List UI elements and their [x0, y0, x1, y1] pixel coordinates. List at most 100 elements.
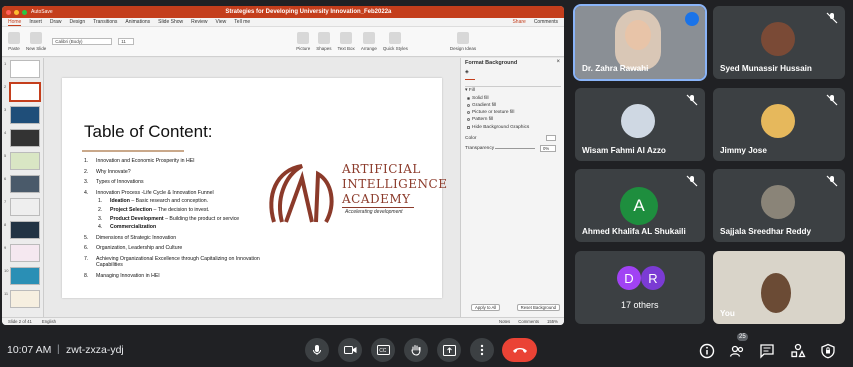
slide-2[interactable]: Table of Content: 1. Innovation and Econo…	[62, 78, 447, 298]
host-controls-icon[interactable]	[820, 343, 836, 359]
comments-button[interactable]: Comments	[534, 19, 558, 25]
present-button[interactable]	[437, 338, 461, 362]
captions-button[interactable]: CC	[371, 338, 395, 362]
transparency-slider[interactable]	[495, 148, 535, 149]
picture-button[interactable]: Picture	[296, 32, 310, 51]
shapes-button[interactable]: Shapes	[316, 32, 332, 51]
shapes-label: Shapes	[316, 46, 332, 51]
status-comments-button[interactable]: Comments	[518, 319, 539, 324]
meeting-code: zwt-zxza-ydj	[66, 344, 124, 356]
transparency-input[interactable]: 0%	[540, 145, 556, 152]
color-picker[interactable]	[546, 135, 556, 141]
toc-text: Innovation Process -Life Cycle & Innovat…	[96, 189, 214, 196]
toc-sub-bold: Ideation	[110, 198, 130, 205]
slide-thumbnail[interactable]: 6	[4, 175, 40, 193]
font-size-select[interactable]: 11	[118, 38, 135, 45]
slide-thumbnail[interactable]: 9	[4, 244, 40, 262]
participant-tile-wisam[interactable]: Wisam Fahmi Al Azzo	[575, 88, 705, 161]
speaking-indicator-icon	[685, 12, 699, 26]
font-name-select[interactable]: Calibri (Body)	[52, 38, 113, 45]
svg-text:CC: CC	[379, 348, 387, 354]
slide-thumbnail[interactable]: 7	[4, 198, 40, 216]
tab-view[interactable]: View	[216, 19, 227, 25]
toc-number: 2.	[84, 168, 89, 175]
slide-thumbnail[interactable]: 11	[4, 290, 40, 308]
new-slide-button[interactable]: New Slide	[26, 32, 46, 51]
participant-tile-zahra[interactable]: Dr. Zahra Rawahi	[573, 4, 707, 81]
gradient-fill-radio[interactable]: Gradient fill	[467, 103, 496, 108]
paint-bucket-icon[interactable]: ◈	[465, 70, 475, 80]
notes-button[interactable]: Notes	[499, 319, 510, 324]
paste-button[interactable]: Paste	[8, 32, 20, 51]
mic-icon	[313, 345, 321, 355]
share-button[interactable]: Share	[512, 19, 525, 25]
participant-tile-ahmed[interactable]: A Ahmed Khalifa AL Shukaili	[575, 169, 705, 242]
toc-list: 1. Innovation and Economic Prosperity in …	[84, 158, 260, 283]
others-tile[interactable]: D R 17 others	[575, 251, 705, 324]
apply-to-all-button[interactable]: Apply to All	[471, 304, 501, 311]
tell-me[interactable]: Tell me	[234, 19, 250, 25]
ppt-status-bar: Slide 2 of 41 English Notes Comments 155…	[2, 317, 564, 325]
toc-text: Types of Innovations	[96, 179, 144, 186]
toc-number: 7.	[84, 255, 89, 262]
document-title: Strategies for Developing University Inn…	[225, 9, 392, 15]
tab-review[interactable]: Review	[191, 19, 207, 25]
self-view-tile[interactable]: You	[713, 251, 845, 324]
zoom-level[interactable]: 155%	[547, 319, 558, 324]
slide-thumbnail[interactable]: 1	[4, 60, 40, 78]
chat-icon[interactable]	[759, 343, 775, 359]
tab-home[interactable]: Home	[8, 19, 22, 26]
design-ideas-button[interactable]: Design Ideas	[450, 32, 476, 51]
fill-section-header[interactable]: ▾ Fill	[465, 86, 561, 93]
window-controls[interactable]	[6, 9, 27, 15]
quick-styles-label: Quick Styles	[382, 46, 408, 51]
microphone-button[interactable]	[305, 338, 329, 362]
mic-off-icon	[826, 175, 838, 187]
picture-fill-radio[interactable]: Picture or texture fill	[467, 110, 514, 115]
tab-insert[interactable]: Insert	[29, 19, 42, 25]
people-icon[interactable]	[729, 343, 745, 359]
more-options-button[interactable]	[470, 338, 494, 362]
participant-tile-sajjala[interactable]: Sajjala Sreedhar Reddy	[713, 169, 845, 242]
toc-sub-number: 1.	[98, 198, 103, 205]
tab-slide-show[interactable]: Slide Show	[158, 19, 183, 25]
tab-transitions[interactable]: Transitions	[93, 19, 117, 25]
leave-call-button[interactable]	[502, 338, 537, 362]
option-label: Hide Background Graphics	[472, 125, 530, 130]
slide-thumbnail[interactable]: 5	[4, 152, 40, 170]
slide-thumbnail[interactable]: 8	[4, 221, 40, 239]
meet-stage: AutoSave Strategies for Developing Unive…	[0, 0, 853, 367]
quick-styles-button[interactable]: Quick Styles	[383, 32, 408, 51]
others-count: 17 others	[621, 300, 659, 310]
toc-number: 1.	[84, 158, 89, 164]
text-box-icon	[340, 32, 353, 44]
reset-background-button[interactable]: Reset Background	[516, 304, 560, 311]
text-box-button[interactable]: Text Box	[338, 32, 355, 51]
slide-thumbnail-selected[interactable]: 2	[4, 82, 41, 102]
hide-graphics-checkbox[interactable]: Hide Background Graphics	[467, 125, 529, 130]
solid-fill-radio[interactable]: Solid fill	[467, 96, 489, 101]
raise-hand-button[interactable]	[404, 338, 428, 362]
pane-title: Format Background	[465, 60, 518, 66]
toc-text: Managing Innovation in HEI	[96, 272, 160, 279]
tab-draw[interactable]: Draw	[50, 19, 62, 25]
tab-design[interactable]: Design	[70, 19, 86, 25]
arrange-button[interactable]: Arrange	[361, 32, 377, 51]
activities-icon[interactable]	[790, 343, 806, 359]
participant-avatar	[621, 104, 655, 138]
participant-tile-jimmy[interactable]: Jimmy Jose	[713, 88, 845, 161]
close-icon[interactable]: ×	[556, 59, 560, 65]
autosave-label[interactable]: AutoSave	[31, 9, 53, 15]
slide-thumbnail[interactable]: 4	[4, 129, 40, 147]
participant-tile-syed[interactable]: Syed Munassir Hussain	[713, 6, 845, 79]
more-vert-icon	[480, 344, 484, 356]
camera-button[interactable]	[338, 338, 362, 362]
ppt-titlebar: AutoSave Strategies for Developing Unive…	[2, 6, 564, 18]
slide-thumbnail[interactable]: 10	[4, 267, 40, 285]
pattern-fill-radio[interactable]: Pattern fill	[467, 117, 493, 122]
meeting-details-icon[interactable]	[699, 343, 715, 359]
ribbon-toolbar: Paste New Slide Calibri (Body) 11 Pictur…	[2, 27, 564, 57]
slide-thumbnail[interactable]: 3	[4, 106, 40, 124]
tab-animations[interactable]: Animations	[125, 19, 150, 25]
ribbon-tabs: Home Insert Draw Design Transitions Anim…	[2, 18, 564, 27]
